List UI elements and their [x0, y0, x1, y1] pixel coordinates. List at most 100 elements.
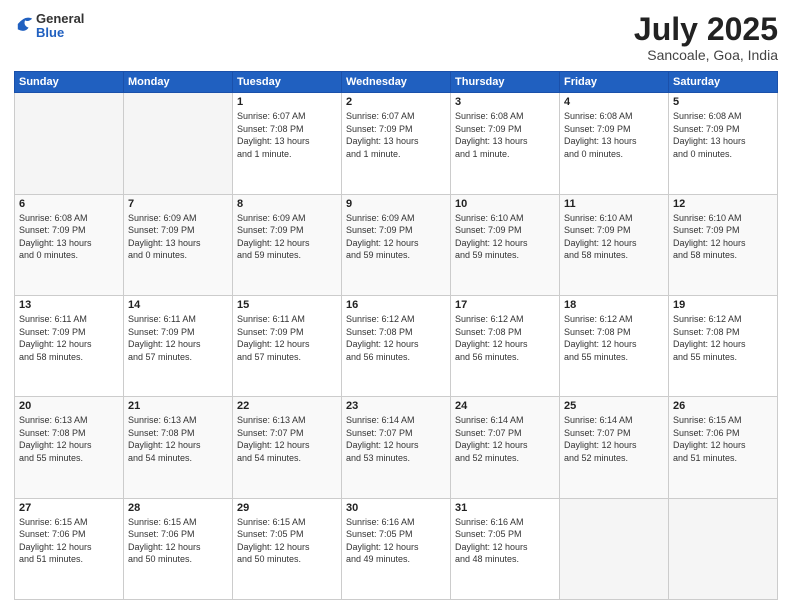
- day-number: 23: [346, 400, 446, 412]
- day-cell: 27Sunrise: 6:15 AM Sunset: 7:06 PM Dayli…: [15, 498, 124, 599]
- day-info: Sunrise: 6:08 AM Sunset: 7:09 PM Dayligh…: [19, 212, 119, 262]
- day-cell: 14 Sunrise: 6:11 AM Sunset: 7:09 PM Dayli…: [124, 295, 233, 396]
- day-info: Sunrise: 6:08 AM Sunset: 7:09 PM Dayligh…: [564, 110, 664, 160]
- day-number: 20: [19, 400, 119, 412]
- day-info: Sunrise: 6:13 AM Sunset: 7:08 PM Dayligh…: [128, 414, 228, 464]
- day-cell: 30Sunrise: 6:16 AM Sunset: 7:05 PM Dayli…: [342, 498, 451, 599]
- day-number: 22: [237, 400, 337, 412]
- day-cell: 3 Sunrise: 6:08 AM Sunset: 7:09 PM Daylig…: [451, 93, 560, 194]
- day-info: Sunrise: 6:09 AM Sunset: 7:09 PM Dayligh…: [237, 212, 337, 262]
- day-cell: 26 Sunrise: 6:15 AM Sunset: 7:06 PM Dayli…: [669, 397, 778, 498]
- day-cell: 22 Sunrise: 6:13 AM Sunset: 7:07 PM Dayli…: [233, 397, 342, 498]
- day-number: 11: [564, 198, 664, 210]
- day-info: Sunrise: 6:14 AM Sunset: 7:07 PM Dayligh…: [455, 414, 555, 464]
- day-number: 29: [237, 502, 337, 514]
- day-info: Sunrise: 6:11 AM Sunset: 7:09 PM Dayligh…: [237, 313, 337, 363]
- day-info: Sunrise: 6:15 AM Sunset: 7:06 PM Dayligh…: [128, 516, 228, 566]
- day-cell: [560, 498, 669, 599]
- col-saturday: Saturday: [669, 72, 778, 93]
- day-number: 25: [564, 400, 664, 412]
- day-info: Sunrise: 6:10 AM Sunset: 7:09 PM Dayligh…: [673, 212, 773, 262]
- day-cell: 19Sunrise: 6:12 AM Sunset: 7:08 PM Dayli…: [669, 295, 778, 396]
- day-cell: 7 Sunrise: 6:09 AM Sunset: 7:09 PM Daylig…: [124, 194, 233, 295]
- day-cell: 9 Sunrise: 6:09 AM Sunset: 7:09 PM Daylig…: [342, 194, 451, 295]
- day-info: Sunrise: 6:09 AM Sunset: 7:09 PM Dayligh…: [128, 212, 228, 262]
- week-row-5: 27 Sunrise: 6:15 AM Sunset: 7:06 PM Dayli…: [15, 498, 778, 599]
- day-cell: 10 Sunrise: 6:10 AM Sunset: 7:09 PM Dayli…: [451, 194, 560, 295]
- col-friday: Friday: [560, 72, 669, 93]
- day-number: 31: [455, 502, 555, 514]
- day-info: Sunrise: 6:07 AM Sunset: 7:09 PM Dayligh…: [346, 110, 446, 160]
- day-number: 14: [128, 299, 228, 311]
- week-row-1: 1Sunrise: 6:07 AM Sunset: 7:08 PM Daylig…: [15, 93, 778, 194]
- day-number: 2: [346, 96, 446, 108]
- day-cell: 20Sunrise: 6:13 AM Sunset: 7:08 PM Dayli…: [15, 397, 124, 498]
- day-cell: 23 Sunrise: 6:14 AM Sunset: 7:07 PM Dayli…: [342, 397, 451, 498]
- col-tuesday: Tuesday: [233, 72, 342, 93]
- day-number: 9: [346, 198, 446, 210]
- logo-text-general: General: [36, 12, 84, 26]
- day-cell: [15, 93, 124, 194]
- page: General Blue July 2025 Sancoale, Goa, In…: [0, 0, 792, 612]
- day-number: 1: [237, 96, 337, 108]
- day-number: 19: [673, 299, 773, 311]
- day-cell: 13 Sunrise: 6:11 AM Sunset: 7:09 PM Dayli…: [15, 295, 124, 396]
- day-cell: 11 Sunrise: 6:10 AM Sunset: 7:09 PM Dayli…: [560, 194, 669, 295]
- day-number: 18: [564, 299, 664, 311]
- day-cell: 8 Sunrise: 6:09 AM Sunset: 7:09 PM Daylig…: [233, 194, 342, 295]
- day-number: 7: [128, 198, 228, 210]
- logo-text-blue: Blue: [36, 26, 84, 40]
- day-cell: 24Sunrise: 6:14 AM Sunset: 7:07 PM Dayli…: [451, 397, 560, 498]
- day-number: 26: [673, 400, 773, 412]
- week-row-4: 20 Sunrise: 6:13 AM Sunset: 7:08 PM Dayli…: [15, 397, 778, 498]
- day-info: Sunrise: 6:12 AM Sunset: 7:08 PM Dayligh…: [346, 313, 446, 363]
- day-info: Sunrise: 6:08 AM Sunset: 7:09 PM Dayligh…: [455, 110, 555, 160]
- day-number: 15: [237, 299, 337, 311]
- day-info: Sunrise: 6:15 AM Sunset: 7:06 PM Dayligh…: [673, 414, 773, 464]
- day-info: Sunrise: 6:09 AM Sunset: 7:09 PM Dayligh…: [346, 212, 446, 262]
- header: General Blue July 2025 Sancoale, Goa, In…: [14, 12, 778, 63]
- day-cell: 28 Sunrise: 6:15 AM Sunset: 7:06 PM Dayli…: [124, 498, 233, 599]
- day-cell: 21 Sunrise: 6:13 AM Sunset: 7:08 PM Dayli…: [124, 397, 233, 498]
- day-info: Sunrise: 6:11 AM Sunset: 7:09 PM Dayligh…: [128, 313, 228, 363]
- day-number: 12: [673, 198, 773, 210]
- day-cell: 25Sunrise: 6:14 AM Sunset: 7:07 PM Dayli…: [560, 397, 669, 498]
- day-cell: 18Sunrise: 6:12 AM Sunset: 7:08 PM Dayli…: [560, 295, 669, 396]
- day-cell: 12 Sunrise: 6:10 AM Sunset: 7:09 PM Dayli…: [669, 194, 778, 295]
- day-number: 17: [455, 299, 555, 311]
- day-number: 28: [128, 502, 228, 514]
- day-cell: 31 Sunrise: 6:16 AM Sunset: 7:05 PM Dayli…: [451, 498, 560, 599]
- day-cell: 4Sunrise: 6:08 AM Sunset: 7:09 PM Daylig…: [560, 93, 669, 194]
- col-sunday: Sunday: [15, 72, 124, 93]
- col-monday: Monday: [124, 72, 233, 93]
- day-info: Sunrise: 6:13 AM Sunset: 7:07 PM Dayligh…: [237, 414, 337, 464]
- day-info: Sunrise: 6:12 AM Sunset: 7:08 PM Dayligh…: [455, 313, 555, 363]
- week-row-2: 6Sunrise: 6:08 AM Sunset: 7:09 PM Daylig…: [15, 194, 778, 295]
- day-number: 8: [237, 198, 337, 210]
- day-info: Sunrise: 6:15 AM Sunset: 7:05 PM Dayligh…: [237, 516, 337, 566]
- day-number: 21: [128, 400, 228, 412]
- day-cell: 6Sunrise: 6:08 AM Sunset: 7:09 PM Daylig…: [15, 194, 124, 295]
- day-cell: [669, 498, 778, 599]
- day-info: Sunrise: 6:14 AM Sunset: 7:07 PM Dayligh…: [346, 414, 446, 464]
- day-info: Sunrise: 6:10 AM Sunset: 7:09 PM Dayligh…: [455, 212, 555, 262]
- day-cell: 17 Sunrise: 6:12 AM Sunset: 7:08 PM Dayli…: [451, 295, 560, 396]
- day-info: Sunrise: 6:11 AM Sunset: 7:09 PM Dayligh…: [19, 313, 119, 363]
- day-cell: 16 Sunrise: 6:12 AM Sunset: 7:08 PM Dayli…: [342, 295, 451, 396]
- header-row: Sunday Monday Tuesday Wednesday Thursday…: [15, 72, 778, 93]
- day-info: Sunrise: 6:10 AM Sunset: 7:09 PM Dayligh…: [564, 212, 664, 262]
- day-cell: [124, 93, 233, 194]
- day-number: 3: [455, 96, 555, 108]
- logo: General Blue: [14, 12, 84, 41]
- day-cell: 15 Sunrise: 6:11 AM Sunset: 7:09 PM Dayli…: [233, 295, 342, 396]
- day-cell: 1Sunrise: 6:07 AM Sunset: 7:08 PM Daylig…: [233, 93, 342, 194]
- day-number: 16: [346, 299, 446, 311]
- logo-icon: [16, 13, 34, 35]
- day-number: 10: [455, 198, 555, 210]
- day-number: 13: [19, 299, 119, 311]
- day-info: Sunrise: 6:16 AM Sunset: 7:05 PM Dayligh…: [455, 516, 555, 566]
- week-row-3: 13 Sunrise: 6:11 AM Sunset: 7:09 PM Dayli…: [15, 295, 778, 396]
- calendar-table: Sunday Monday Tuesday Wednesday Thursday…: [14, 71, 778, 600]
- day-info: Sunrise: 6:16 AM Sunset: 7:05 PM Dayligh…: [346, 516, 446, 566]
- day-number: 27: [19, 502, 119, 514]
